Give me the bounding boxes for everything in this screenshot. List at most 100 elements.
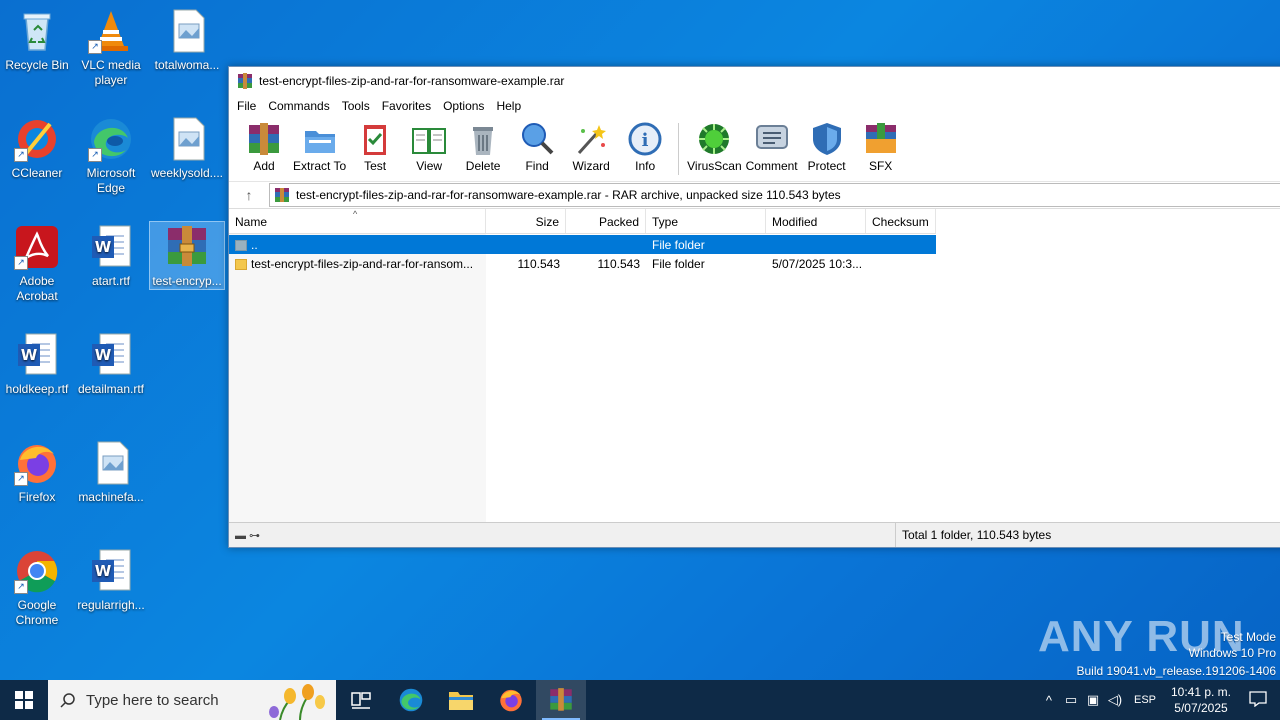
info-button[interactable]: i Info (620, 117, 670, 173)
desktop-icon-microsoft-edge[interactable]: ↗ Microsoft Edge (74, 116, 148, 196)
desktop-icon-adobe-acrobat[interactable]: ↗ Adobe Acrobat (0, 224, 74, 304)
sfx-label: SFX (868, 159, 893, 173)
window-title: test-encrypt-files-zip-and-rar-for-ranso… (259, 74, 565, 88)
column-size[interactable]: Size (486, 209, 566, 233)
word-document-icon: W (88, 224, 134, 270)
chevron-up-icon[interactable]: ^ (1038, 693, 1060, 708)
add-label: Add (253, 159, 275, 173)
menu-help[interactable]: Help (490, 99, 527, 113)
desktop-icon-holdkeep[interactable]: W holdkeep.rtf (0, 332, 74, 397)
taskbar-edge[interactable] (386, 680, 436, 720)
view-book-icon (411, 121, 447, 157)
column-header: Name Size Packed Type Modified Checksum (229, 209, 936, 234)
menu-commands[interactable]: Commands (262, 99, 335, 113)
add-archive-icon (246, 121, 282, 157)
comment-icon (754, 121, 790, 157)
comment-button[interactable]: Comment (746, 117, 798, 173)
desktop-icon-ccleaner[interactable]: ↗ CCleaner (0, 116, 74, 181)
add-button[interactable]: Add (239, 117, 289, 173)
drive-key-icon[interactable]: ▬ ⊶ (229, 529, 895, 542)
taskbar: Type here to search ^ ▭ ▣ ◁) ESP 10:41 p… (0, 680, 1280, 720)
svg-text:W: W (95, 346, 112, 364)
desktop-icon-test-encryp[interactable]: test-encryp... (149, 221, 225, 290)
taskbar-search-box[interactable]: Type here to search (48, 680, 336, 720)
desktop-icon-label: atart.rtf (91, 274, 130, 288)
desktop-icon-google-chrome[interactable]: ↗ Google Chrome (0, 548, 74, 628)
toolbar: Add Extract To Test View Delete Find Wiz… (229, 117, 1280, 182)
sfx-button[interactable]: SFX (856, 117, 906, 173)
menu-tools[interactable]: Tools (336, 99, 376, 113)
sort-arrow-icon: ^ (353, 209, 358, 219)
winrar-icon (274, 188, 290, 202)
volume-icon[interactable]: ◁) (1104, 692, 1126, 708)
test-clipboard-icon (357, 121, 393, 157)
start-button[interactable] (0, 680, 48, 720)
system-tray: ^ ▭ ▣ ◁) ESP 10:41 p. m. 5/07/2025 (1038, 680, 1280, 720)
column-packed[interactable]: Packed (566, 209, 646, 233)
winrar-icon (550, 688, 572, 711)
language-indicator[interactable]: ESP (1134, 694, 1156, 706)
desktop-icon-weeklysold[interactable]: weeklysold.... (150, 116, 224, 181)
column-checksum[interactable]: Checksum (866, 209, 936, 233)
view-button[interactable]: View (404, 117, 454, 173)
desktop-icon-atart[interactable]: W atart.rtf (74, 224, 148, 289)
table-row[interactable]: test-encrypt-files-zip-and-rar-for-ranso… (229, 254, 936, 273)
status-text: Total 1 folder, 110.543 bytes (895, 523, 1051, 547)
meet-now-icon[interactable]: ▭ (1060, 692, 1082, 708)
taskbar-file-explorer[interactable] (436, 680, 486, 720)
windows-edition-text: Windows 10 Pro (1188, 646, 1276, 660)
extract-to-button[interactable]: Extract To (293, 117, 346, 173)
menu-file[interactable]: File (231, 99, 262, 113)
desktop-icon-machinefa[interactable]: machinefa... (74, 440, 148, 505)
desktop-icon-label: test-encryp... (152, 274, 222, 288)
shortcut-arrow-icon: ↗ (14, 472, 28, 486)
table-row[interactable]: .. File folder (229, 235, 936, 254)
row-name: test-encrypt-files-zip-and-rar-for-ranso… (251, 256, 474, 271)
notification-icon[interactable] (1236, 690, 1280, 710)
word-document-icon: W (14, 332, 60, 378)
desktop-icon-label: Microsoft Edge (86, 166, 136, 195)
archive-path-field[interactable]: test-encrypt-files-zip-and-rar-for-ranso… (269, 183, 1280, 207)
word-document-icon: W (88, 548, 134, 594)
delete-button[interactable]: Delete (458, 117, 508, 173)
desktop-icon-recycle-bin[interactable]: Recycle Bin (0, 8, 74, 73)
clock[interactable]: 10:41 p. m. 5/07/2025 (1166, 684, 1236, 716)
wizard-label: Wizard (572, 159, 610, 173)
desktop-icon-totalwoma[interactable]: totalwoma... (150, 8, 224, 73)
menu-favorites[interactable]: Favorites (376, 99, 437, 113)
test-mode-text: Test Mode (1220, 630, 1276, 644)
desktop-icon-label: totalwoma... (154, 58, 220, 72)
desktop-icon-firefox[interactable]: ↗ Firefox (0, 440, 74, 505)
extract-to-label: Extract To (293, 159, 347, 173)
test-button[interactable]: Test (350, 117, 400, 173)
svg-text:i: i (642, 130, 649, 151)
firefox-icon (500, 689, 522, 712)
up-arrow-icon[interactable]: ↑ (229, 187, 269, 203)
virusscan-button[interactable]: VirusScan (687, 117, 742, 173)
clock-time: 10:41 p. m. (1170, 685, 1232, 699)
task-view-button[interactable] (336, 680, 386, 720)
window-titlebar[interactable]: test-encrypt-files-zip-and-rar-for-ranso… (229, 67, 1280, 95)
column-type[interactable]: Type (646, 209, 766, 233)
find-button[interactable]: Find (512, 117, 562, 173)
taskbar-winrar[interactable] (536, 680, 586, 720)
desktop-icon-vlc[interactable]: ↗ VLC media player (74, 8, 148, 88)
column-name[interactable]: Name (229, 209, 486, 233)
desktop-icon-detailman[interactable]: W detailman.rtf (74, 332, 148, 397)
taskbar-firefox[interactable] (486, 680, 536, 720)
menu-options[interactable]: Options (437, 99, 490, 113)
column-modified[interactable]: Modified (766, 209, 866, 233)
row-packed: 110.543 (597, 256, 641, 271)
desktop-icon-regularrigh[interactable]: W regularrigh... (74, 548, 148, 613)
trash-icon (465, 121, 501, 157)
image-file-icon (164, 8, 210, 54)
wizard-button[interactable]: Wizard (566, 117, 616, 173)
delete-label: Delete (465, 159, 501, 173)
search-placeholder: Type here to search (86, 691, 219, 709)
info-label: Info (635, 159, 656, 173)
protect-button[interactable]: Protect (802, 117, 852, 173)
network-icon[interactable]: ▣ (1082, 692, 1104, 708)
address-bar: ↑ test-encrypt-files-zip-and-rar-for-ran… (229, 182, 1280, 209)
winrar-window: test-encrypt-files-zip-and-rar-for-ranso… (228, 66, 1280, 548)
desktop-icon-label: Recycle Bin (5, 58, 69, 72)
